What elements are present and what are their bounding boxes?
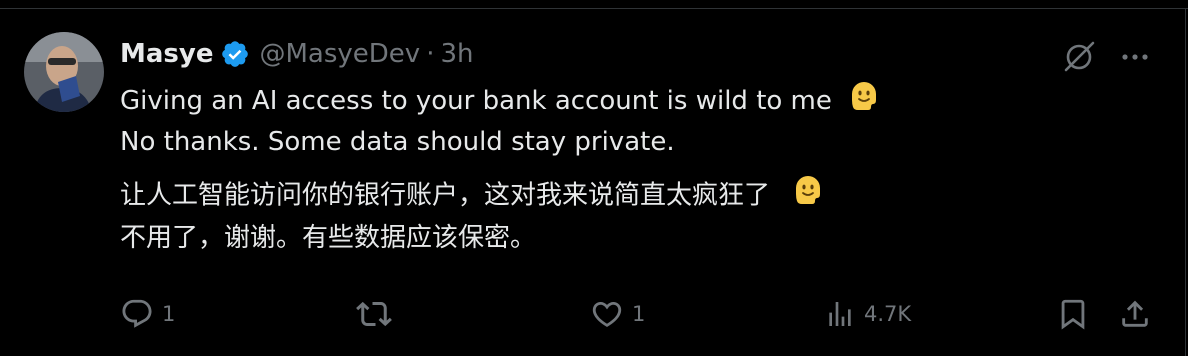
author-name[interactable]: Masye <box>120 39 213 69</box>
more-icon[interactable] <box>1118 40 1152 74</box>
bookmark-icon <box>1061 299 1085 330</box>
timestamp[interactable]: 3h <box>440 39 473 69</box>
reply-icon <box>122 299 152 328</box>
avatar[interactable] <box>24 32 104 112</box>
melting-face-emoji <box>792 174 824 218</box>
action-bar: 1 1 4.7K <box>120 294 1160 334</box>
dot-separator: · <box>426 39 435 69</box>
views-count: 4.7K <box>864 302 912 326</box>
avatar-image <box>24 32 104 112</box>
top-divider <box>0 8 1188 9</box>
bookmark-button[interactable] <box>1056 294 1090 334</box>
top-actions <box>1060 38 1152 76</box>
right-divider <box>1185 8 1186 356</box>
tweet-line-text: 让人工智能访问你的银行账户，这对我来说简直太疯狂了 <box>120 180 771 211</box>
tweet-line: Giving an AI access to your bank account… <box>120 80 880 123</box>
retweet-icon <box>356 301 392 327</box>
reply-button[interactable]: 1 <box>120 294 175 334</box>
verified-badge-icon <box>220 39 250 69</box>
like-count: 1 <box>632 302 646 326</box>
tweet-text-english: Giving an AI access to your bank account… <box>120 80 880 161</box>
tweet-text-chinese: 让人工智能访问你的银行账户，这对我来说简直太疯狂了 不用了，谢谢。有些数据应该保… <box>120 174 824 258</box>
melting-face-emoji <box>848 80 880 123</box>
share-button[interactable] <box>1118 294 1152 334</box>
reply-count: 1 <box>162 302 176 326</box>
author-handle[interactable]: @MasyeDev <box>259 39 420 69</box>
like-icon <box>592 301 622 327</box>
tweet-header: Masye @MasyeDev · 3h <box>120 34 473 74</box>
tweet-line: No thanks. Some data should stay private… <box>120 127 675 157</box>
share-icon <box>1122 300 1148 327</box>
grok-icon[interactable] <box>1060 38 1098 76</box>
like-button[interactable]: 1 <box>590 294 645 334</box>
retweet-button[interactable] <box>356 294 400 334</box>
tweet-line: 不用了，谢谢。有些数据应该保密。 <box>120 223 537 253</box>
tweet-line: 让人工智能访问你的银行账户，这对我来说简直太疯狂了 <box>120 174 824 218</box>
views-icon <box>829 302 851 326</box>
views-button[interactable]: 4.7K <box>824 294 911 334</box>
tweet-line-text: Giving an AI access to your bank account… <box>120 86 832 116</box>
